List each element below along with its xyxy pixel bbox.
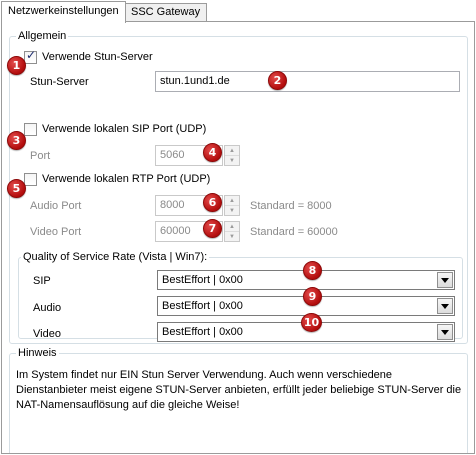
use-sip-port-checkbox[interactable] [24, 123, 37, 136]
qos-video-label: Video [33, 328, 61, 340]
general-group: Allgemein ✓ Verwende Stun-Server Stun-Se… [9, 30, 468, 344]
callout-badge-7: 7 [203, 219, 222, 238]
use-rtp-port-checkbox[interactable] [24, 173, 37, 186]
qos-group: Quality of Service Rate (Vista | Win7): … [18, 251, 463, 342]
chevron-down-icon[interactable] [437, 272, 453, 288]
spin-down-icon[interactable]: ▼ [225, 156, 239, 166]
callout-badge-2: 2 [268, 71, 287, 90]
stun-server-label: Stun-Server [30, 76, 89, 88]
callout-badge-5: 5 [7, 179, 26, 198]
tab-ssc-gateway[interactable]: SSC Gateway [124, 3, 208, 22]
use-stun-label: Verwende Stun-Server [42, 51, 153, 63]
chevron-down-icon[interactable] [437, 324, 453, 340]
checkmark-icon: ✓ [26, 48, 37, 62]
hint-group-title: Hinweis [16, 347, 59, 359]
spin-up-icon[interactable]: ▲ [225, 196, 239, 206]
port-label: Port [30, 150, 51, 162]
port-spinner[interactable]: ▲ ▼ [224, 145, 240, 166]
tab-strip: Netzwerkeinstellungen SSC Gateway [0, 0, 476, 23]
audio-port-spinner[interactable]: ▲ ▼ [224, 195, 240, 216]
tab-panel: Allgemein ✓ Verwende Stun-Server Stun-Se… [1, 21, 475, 454]
qos-audio-value: BestEffort | 0x00 [162, 300, 243, 312]
qos-group-title: Quality of Service Rate (Vista | Win7): [21, 251, 210, 263]
callout-badge-6: 6 [203, 193, 222, 212]
tab-netzwerkeinstellungen[interactable]: Netzwerkeinstellungen [1, 1, 126, 23]
video-port-spinner[interactable]: ▲ ▼ [224, 221, 240, 242]
spin-up-icon[interactable]: ▲ [225, 146, 239, 156]
spin-down-icon[interactable]: ▼ [225, 206, 239, 216]
callout-badge-4: 4 [203, 143, 222, 162]
use-sip-port-label: Verwende lokalen SIP Port (UDP) [42, 123, 207, 135]
callout-badge-3: 3 [7, 131, 26, 150]
qos-sip-value: BestEffort | 0x00 [162, 274, 243, 286]
callout-badge-8: 8 [303, 261, 322, 280]
video-port-label: Video Port [30, 226, 82, 238]
audio-port-label: Audio Port [30, 200, 82, 212]
hint-text: Im System findet nur EIN Stun Server Ver… [16, 369, 462, 411]
general-group-title: Allgemein [16, 30, 69, 42]
spin-down-icon[interactable]: ▼ [225, 232, 239, 242]
qos-video-value: BestEffort | 0x00 [162, 326, 243, 338]
callout-badge-1: 1 [7, 56, 26, 75]
qos-sip-label: SIP [33, 275, 51, 287]
qos-audio-label: Audio [33, 302, 62, 314]
use-rtp-port-label: Verwende lokalen RTP Port (UDP) [42, 173, 211, 185]
stun-server-input[interactable]: stun.1und1.de [155, 71, 460, 92]
callout-badge-10: 10 [301, 313, 322, 332]
use-stun-checkbox[interactable]: ✓ [24, 48, 37, 64]
hint-group: Hinweis Im System findet nur EIN Stun Se… [9, 347, 468, 453]
video-port-default: Standard = 60000 [250, 226, 338, 238]
callout-badge-9: 9 [303, 287, 322, 306]
chevron-down-icon[interactable] [437, 298, 453, 314]
spin-up-icon[interactable]: ▲ [225, 222, 239, 232]
audio-port-default: Standard = 8000 [250, 200, 332, 212]
